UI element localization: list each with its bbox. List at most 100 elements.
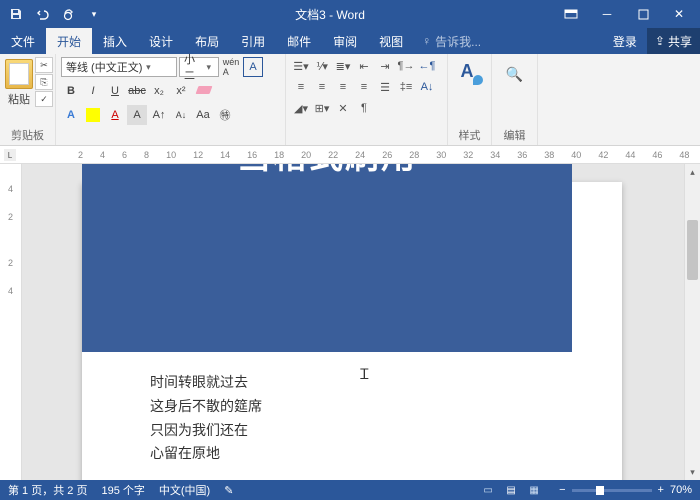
group-font: 等线 (中文正文)▾ 小二▾ wénA A B I U abc x₂ x² A … xyxy=(56,54,286,145)
bullets-button[interactable]: ☰▾ xyxy=(291,57,311,75)
increase-indent-button[interactable]: ⇥ xyxy=(375,57,395,75)
minimize-button[interactable]: ─ xyxy=(590,2,624,26)
align-left-button[interactable]: ≡ xyxy=(291,78,311,96)
show-marks-button[interactable]: ¶ xyxy=(354,99,374,117)
title-bar: ▾ 文档3 - Word ─ ✕ xyxy=(0,0,700,28)
window-title: 文档3 - Word xyxy=(106,6,554,23)
bold-button[interactable]: B xyxy=(61,81,81,101)
font-size-select[interactable]: 小二▾ xyxy=(179,57,219,77)
paste-button[interactable]: 粘贴 xyxy=(5,57,33,107)
phonetic-guide-button[interactable]: wénA xyxy=(221,57,241,77)
align-center-button[interactable]: ≡ xyxy=(312,78,332,96)
overlay-headline: 当格式刷用 xyxy=(102,164,552,178)
tab-insert[interactable]: 插入 xyxy=(92,28,138,54)
zoom-in-button[interactable]: + xyxy=(658,484,664,496)
format-painter-button[interactable]: ✓ xyxy=(35,91,53,107)
group-clipboard: 粘贴 ✂ ⎘ ✓ 剪贴板 xyxy=(0,54,56,145)
shading-button[interactable]: ◢▾ xyxy=(291,99,311,117)
char-shading-button[interactable]: A xyxy=(127,105,147,125)
font-name-select[interactable]: 等线 (中文正文)▾ xyxy=(61,57,177,77)
page-indicator[interactable]: 第 1 页，共 2 页 xyxy=(8,482,87,498)
font-color-button[interactable]: A xyxy=(105,105,125,125)
workspace: 4224 时间转眼就过去 这身后不散的筵席 只因为我们还在 心留在原地 易雪龙 … xyxy=(0,164,700,480)
share-button[interactable]: ⇪共享 xyxy=(647,28,700,54)
scroll-thumb[interactable] xyxy=(687,220,698,280)
qat-dropdown[interactable]: ▾ xyxy=(82,2,106,26)
print-layout-button[interactable]: ▤ xyxy=(500,482,522,498)
underline-button[interactable]: U xyxy=(105,81,125,101)
align-right-button[interactable]: ≡ xyxy=(333,78,353,96)
tell-me[interactable]: ♀告诉我... xyxy=(414,33,489,50)
text-cursor-icon: Ꮖ xyxy=(360,366,369,383)
ribbon-tabs: 文件 开始 插入 设计 布局 引用 邮件 审阅 视图 ♀告诉我... 登录 ⇪共… xyxy=(0,28,700,54)
strikethrough-button[interactable]: abc xyxy=(127,81,147,101)
character-border-button[interactable]: A xyxy=(243,57,263,77)
enclose-char-button[interactable]: ㊕ xyxy=(215,105,235,125)
close-button[interactable]: ✕ xyxy=(662,2,696,26)
styles-button[interactable] xyxy=(457,61,483,87)
horizontal-ruler[interactable]: L 24681012141618202224262830323436384042… xyxy=(0,146,700,164)
subscript-button[interactable]: x₂ xyxy=(149,81,169,101)
group-label: 剪贴板 xyxy=(5,125,50,143)
document-area[interactable]: 时间转眼就过去 这身后不散的筵席 只因为我们还在 心留在原地 易雪龙 当格式刷用… xyxy=(22,164,684,480)
group-editing: 🔍 编辑 xyxy=(492,54,538,145)
shrink-font-button[interactable]: A↓ xyxy=(171,105,191,125)
tab-view[interactable]: 视图 xyxy=(368,28,414,54)
tab-mailings[interactable]: 邮件 xyxy=(276,28,322,54)
web-layout-button[interactable]: ▦ xyxy=(523,482,545,498)
ltr-button[interactable]: ¶→ xyxy=(396,57,416,75)
word-count[interactable]: 195 个字 xyxy=(101,482,144,498)
clear-formatting-button[interactable] xyxy=(193,80,219,102)
zoom-control: − + 70% xyxy=(559,484,692,496)
zoom-slider[interactable] xyxy=(572,489,652,492)
superscript-button[interactable]: x² xyxy=(171,81,191,101)
zoom-percent[interactable]: 70% xyxy=(670,484,692,496)
tab-selector[interactable]: L xyxy=(4,149,16,161)
find-button[interactable]: 🔍 xyxy=(504,63,526,85)
numbering-button[interactable]: ⅟▾ xyxy=(312,57,332,75)
undo-button[interactable] xyxy=(30,2,54,26)
highlight-button[interactable] xyxy=(83,105,103,125)
cut-button[interactable]: ✂ xyxy=(35,57,53,73)
group-paragraph: ☰▾ ⅟▾ ≣▾ ⇤ ⇥ ¶→ ←¶ ≡ ≡ ≡ ≡ ☰ ‡≡ A↓ ◢▾ ⊞▾… xyxy=(286,54,448,145)
borders-button[interactable]: ⊞▾ xyxy=(312,99,332,117)
ribbon-options-button[interactable] xyxy=(554,2,588,26)
tab-references[interactable]: 引用 xyxy=(230,28,276,54)
italic-button[interactable]: I xyxy=(83,81,103,101)
login-button[interactable]: 登录 xyxy=(603,33,647,50)
body-text[interactable]: 时间转眼就过去 这身后不散的筵席 只因为我们还在 心留在原地 xyxy=(150,372,622,467)
tab-file[interactable]: 文件 xyxy=(0,28,46,54)
tab-review[interactable]: 审阅 xyxy=(322,28,368,54)
justify-button[interactable]: ≡ xyxy=(354,78,374,96)
copy-button[interactable]: ⎘ xyxy=(35,74,53,90)
distribute-button[interactable]: ☰ xyxy=(375,78,395,96)
text-effects-button[interactable]: A xyxy=(61,105,81,125)
language-indicator[interactable]: 中文(中国) xyxy=(159,482,210,498)
grow-font-button[interactable]: A↑ xyxy=(149,105,169,125)
east-asian-layout-button[interactable]: ✕ xyxy=(333,99,353,117)
save-button[interactable] xyxy=(4,2,28,26)
scroll-down-button[interactable]: ▾ xyxy=(685,464,700,480)
maximize-button[interactable] xyxy=(626,2,660,26)
redo-button[interactable] xyxy=(56,2,80,26)
multilevel-button[interactable]: ≣▾ xyxy=(333,57,353,75)
quick-access-toolbar: ▾ xyxy=(4,2,106,26)
bulb-icon: ♀ xyxy=(422,34,431,48)
rtl-button[interactable]: ←¶ xyxy=(417,57,437,75)
status-bar: 第 1 页，共 2 页 195 个字 中文(中国) ✎ ▭ ▤ ▦ − + 70… xyxy=(0,480,700,500)
decrease-indent-button[interactable]: ⇤ xyxy=(354,57,374,75)
scroll-up-button[interactable]: ▴ xyxy=(685,164,700,180)
vertical-ruler[interactable]: 4224 xyxy=(0,164,22,480)
tab-home[interactable]: 开始 xyxy=(46,28,92,54)
insert-mode-icon[interactable]: ✎ xyxy=(224,484,233,497)
change-case-button[interactable]: Aa xyxy=(193,105,213,125)
ribbon: 粘贴 ✂ ⎘ ✓ 剪贴板 等线 (中文正文)▾ 小二▾ wénA A B I U… xyxy=(0,54,700,146)
read-mode-button[interactable]: ▭ xyxy=(477,482,499,498)
zoom-out-button[interactable]: − xyxy=(559,484,565,496)
vertical-scrollbar[interactable]: ▴ ▾ xyxy=(684,164,700,480)
line-spacing-button[interactable]: ‡≡ xyxy=(396,78,416,96)
paste-icon xyxy=(5,59,33,89)
tab-design[interactable]: 设计 xyxy=(138,28,184,54)
share-icon: ⇪ xyxy=(655,34,665,48)
sort-button[interactable]: A↓ xyxy=(417,78,437,96)
